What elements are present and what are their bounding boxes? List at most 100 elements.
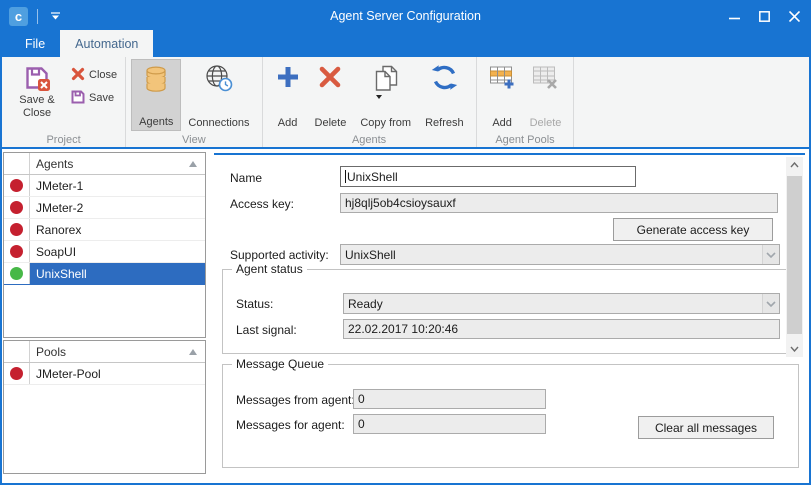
supported-activity-value: UnixShell bbox=[345, 248, 396, 262]
chevron-down-icon bbox=[762, 294, 779, 313]
delete-x-icon bbox=[317, 64, 343, 93]
messages-from-agent-label: Messages from agent: bbox=[236, 393, 355, 407]
chevron-down-icon bbox=[762, 245, 779, 264]
status-dropdown: Ready bbox=[343, 293, 780, 314]
agent-row-unixshell-selected[interactable]: UnixShell bbox=[4, 263, 205, 285]
maximize-button[interactable] bbox=[749, 2, 779, 30]
agent-row-ranorex[interactable]: Ranorex bbox=[4, 219, 205, 241]
ribbon-group-agent-pools-label: Agent Pools bbox=[477, 134, 574, 146]
save-label: Save bbox=[89, 92, 114, 104]
ribbon-group-agents: Add Delete bbox=[263, 57, 477, 147]
agent-row-jmeter-2[interactable]: JMeter-2 bbox=[4, 197, 205, 219]
status-column-header bbox=[4, 341, 30, 362]
save-and-close-button[interactable]: Save & Close bbox=[10, 59, 64, 131]
pool-name-cell[interactable]: JMeter-Pool bbox=[30, 363, 205, 384]
agent-name-cell[interactable]: JMeter-2 bbox=[30, 197, 205, 218]
status-dot-red bbox=[10, 179, 23, 192]
pools-add-button[interactable]: Add bbox=[482, 59, 523, 131]
vertical-scrollbar[interactable] bbox=[786, 157, 803, 357]
clear-all-messages-button[interactable]: Clear all messages bbox=[638, 416, 774, 439]
agent-row-soapui[interactable]: SoapUI bbox=[4, 241, 205, 263]
status-cell bbox=[4, 219, 30, 240]
messages-from-agent-field: 0 bbox=[353, 389, 546, 409]
agent-detail-pane: Name UnixShell Access key: hj8qlj5ob4csi… bbox=[214, 153, 805, 359]
name-input[interactable]: UnixShell bbox=[340, 166, 636, 187]
status-cell bbox=[4, 263, 30, 284]
quick-access-dropdown-icon[interactable] bbox=[47, 7, 63, 25]
status-dot-red bbox=[10, 223, 23, 236]
save-button[interactable]: Save bbox=[68, 89, 120, 107]
minimize-button[interactable] bbox=[719, 2, 749, 30]
pools-add-label: Add bbox=[492, 117, 512, 129]
scroll-down-icon[interactable] bbox=[786, 341, 803, 357]
agent-row-jmeter-1[interactable]: JMeter-1 bbox=[4, 175, 205, 197]
agent-name-cell[interactable]: UnixShell bbox=[30, 263, 205, 284]
close-icon bbox=[71, 67, 85, 84]
add-plus-icon bbox=[275, 64, 301, 93]
scrollbar-thumb[interactable] bbox=[787, 176, 802, 334]
refresh-icon bbox=[431, 64, 458, 94]
messages-for-agent-field: 0 bbox=[353, 414, 546, 434]
last-signal-field: 22.02.2017 10:20:46 bbox=[343, 319, 780, 339]
status-dot-green bbox=[10, 267, 23, 280]
ribbon-group-view: Agents Connections View bbox=[126, 57, 262, 147]
pools-list-panel: Pools JMeter-Pool bbox=[3, 340, 206, 474]
refresh-label: Refresh bbox=[425, 117, 464, 129]
copy-documents-icon bbox=[372, 64, 400, 95]
agents-list-header[interactable]: Agents bbox=[4, 153, 205, 175]
view-agents-label: Agents bbox=[139, 116, 173, 128]
view-connections-button[interactable]: Connections bbox=[181, 59, 256, 131]
close-label: Close bbox=[89, 69, 117, 81]
ribbon-tabs: File Automation bbox=[2, 30, 809, 57]
sort-ascending-icon bbox=[189, 161, 197, 167]
last-signal-label: Last signal: bbox=[236, 323, 297, 337]
status-column-header bbox=[4, 153, 30, 174]
messages-for-agent-value: 0 bbox=[358, 417, 365, 431]
view-agents-button[interactable]: Agents bbox=[131, 59, 181, 131]
close-button[interactable]: Close bbox=[68, 66, 120, 84]
copy-from-button[interactable]: Copy from bbox=[353, 59, 418, 131]
tab-automation[interactable]: Automation bbox=[60, 30, 153, 57]
generate-access-key-button[interactable]: Generate access key bbox=[613, 218, 773, 241]
pool-row-jmeter-pool[interactable]: JMeter-Pool bbox=[4, 363, 205, 385]
save-icon bbox=[71, 90, 85, 107]
tab-file[interactable]: File bbox=[10, 30, 60, 57]
supported-activity-dropdown: UnixShell bbox=[340, 244, 780, 265]
ribbon-group-agents-label: Agents bbox=[263, 134, 476, 146]
agent-name-cell[interactable]: JMeter-1 bbox=[30, 175, 205, 196]
pools-column-header[interactable]: Pools bbox=[30, 341, 205, 362]
access-key-label: Access key: bbox=[230, 197, 294, 211]
ribbon-group-project-label: Project bbox=[2, 134, 125, 146]
copy-from-label: Copy from bbox=[360, 117, 411, 129]
message-queue-title: Message Queue bbox=[232, 357, 328, 371]
status-dot-red bbox=[10, 367, 23, 380]
delete-pool-table-icon bbox=[532, 64, 559, 94]
ribbon-group-view-label: View bbox=[126, 134, 261, 146]
agents-header-label: Agents bbox=[36, 157, 73, 171]
pools-delete-button: Delete bbox=[523, 59, 569, 131]
pools-list-header[interactable]: Pools bbox=[4, 341, 205, 363]
status-label: Status: bbox=[236, 297, 273, 311]
agent-name-cell[interactable]: SoapUI bbox=[30, 241, 205, 262]
titlebar-separator bbox=[37, 9, 38, 24]
ribbon-group-project: Save & Close Close Save bbox=[2, 57, 126, 147]
app-icon[interactable]: c bbox=[9, 7, 28, 26]
close-window-button[interactable] bbox=[779, 2, 809, 30]
refresh-button[interactable]: Refresh bbox=[418, 59, 471, 131]
ribbon: Save & Close Close Save bbox=[2, 57, 809, 149]
window-controls bbox=[719, 2, 809, 30]
agents-add-button[interactable]: Add bbox=[268, 59, 308, 131]
access-key-field[interactable]: hj8qlj5ob4csioysauxf bbox=[340, 193, 778, 213]
agents-database-icon bbox=[143, 65, 169, 96]
messages-from-agent-value: 0 bbox=[358, 392, 365, 406]
status-cell bbox=[4, 241, 30, 262]
agent-name-cell[interactable]: Ranorex bbox=[30, 219, 205, 240]
agents-add-label: Add bbox=[278, 117, 298, 129]
agents-delete-button[interactable]: Delete bbox=[308, 59, 354, 131]
agent-server-configuration-window: c Agent Server Configuration File Automa… bbox=[0, 0, 811, 485]
messages-for-agent-label: Messages for agent: bbox=[236, 418, 345, 432]
agents-column-header[interactable]: Agents bbox=[30, 153, 205, 174]
scroll-up-icon[interactable] bbox=[786, 157, 803, 173]
status-dot-red bbox=[10, 245, 23, 258]
name-value: UnixShell bbox=[347, 170, 398, 184]
